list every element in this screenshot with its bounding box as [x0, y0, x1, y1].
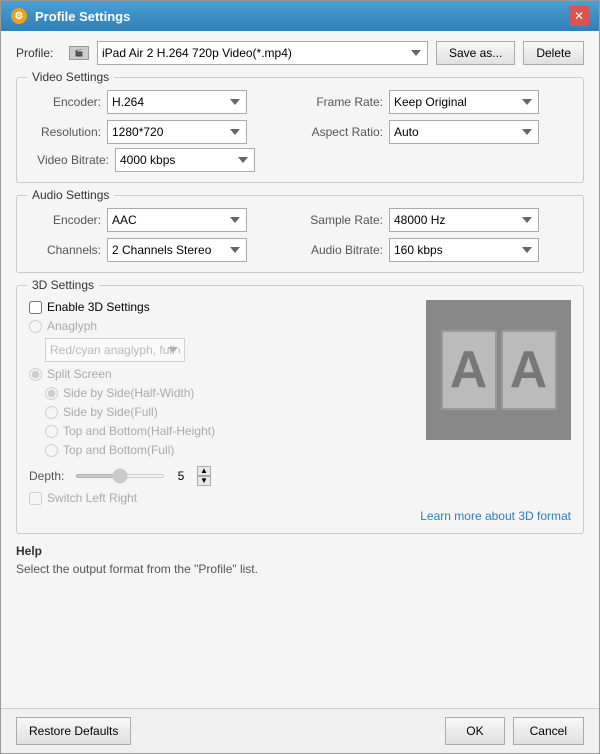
3d-settings-section: 3D Settings Enable 3D Settings Anaglyph	[16, 285, 584, 534]
save-as-button[interactable]: Save as...	[436, 41, 515, 65]
video-encoder-label: Encoder:	[29, 95, 101, 109]
profile-video-icon: 🎬	[69, 46, 89, 60]
enable-3d-label[interactable]: Enable 3D Settings	[47, 300, 150, 314]
top-bottom-half-radio[interactable]	[45, 425, 58, 438]
video-bitrate-label: Video Bitrate:	[29, 153, 109, 167]
side-by-side-half-radio[interactable]	[45, 387, 58, 400]
video-bitrate-select[interactable]: 4000 kbps	[115, 148, 255, 172]
3d-preview: A A	[426, 300, 571, 440]
anaglyph-label: Anaglyph	[47, 319, 97, 333]
video-settings-grid: Encoder: H.264 Frame Rate: Keep Original…	[29, 90, 571, 144]
split-screen-radio-row: Split Screen	[29, 367, 416, 381]
resolution-label: Resolution:	[29, 125, 101, 139]
video-encoder-select[interactable]: H.264	[107, 90, 247, 114]
switch-lr-row: Switch Left Right	[29, 491, 416, 505]
frame-rate-select[interactable]: Keep Original	[389, 90, 539, 114]
top-bottom-full-label: Top and Bottom(Full)	[63, 443, 174, 457]
delete-button[interactable]: Delete	[523, 41, 584, 65]
profile-row: Profile: 🎬 iPad Air 2 H.264 720p Video(*…	[16, 41, 584, 65]
depth-label: Depth:	[29, 469, 69, 483]
frame-rate-row: Frame Rate: Keep Original	[305, 90, 571, 114]
depth-slider[interactable]	[75, 474, 165, 478]
video-settings-section: Video Settings Encoder: H.264 Frame Rate…	[16, 77, 584, 183]
split-screen-label: Split Screen	[47, 367, 112, 381]
audio-encoder-row: Encoder: AAC	[29, 208, 295, 232]
depth-down-button[interactable]: ▼	[197, 476, 211, 486]
sample-rate-label: Sample Rate:	[305, 213, 383, 227]
anaglyph-radio[interactable]	[29, 320, 42, 333]
aspect-ratio-row: Aspect Ratio: Auto	[305, 120, 571, 144]
sample-rate-select[interactable]: 48000 Hz	[389, 208, 539, 232]
anaglyph-type-select[interactable]: Red/cyan anaglyph, full color	[45, 338, 185, 362]
window-title: Profile Settings	[35, 9, 130, 24]
main-content: Profile: 🎬 iPad Air 2 H.264 720p Video(*…	[1, 31, 599, 708]
top-bottom-full-radio[interactable]	[45, 444, 58, 457]
ok-button[interactable]: OK	[445, 717, 504, 745]
top-bottom-full-row: Top and Bottom(Full)	[29, 443, 416, 457]
channels-label: Channels:	[29, 243, 101, 257]
audio-settings-section: Audio Settings Encoder: AAC Sample Rate:…	[16, 195, 584, 273]
side-by-side-full-label: Side by Side(Full)	[63, 405, 158, 419]
title-bar-left: ⚙ Profile Settings	[11, 8, 130, 24]
aa-preview-container: A A	[441, 330, 557, 410]
frame-rate-label: Frame Rate:	[305, 95, 383, 109]
enable-3d-row: Enable 3D Settings	[29, 300, 416, 314]
video-settings-legend: Video Settings	[27, 70, 114, 84]
audio-settings-grid: Encoder: AAC Sample Rate: 48000 Hz Chann…	[29, 208, 571, 262]
depth-value: 5	[171, 469, 191, 483]
help-text: Select the output format from the "Profi…	[16, 562, 584, 576]
footer-right-buttons: OK Cancel	[445, 717, 584, 745]
enable-3d-checkbox[interactable]	[29, 301, 42, 314]
resolution-select[interactable]: 1280*720	[107, 120, 247, 144]
audio-bitrate-row: Audio Bitrate: 160 kbps	[305, 238, 571, 262]
gear-icon: ⚙	[11, 8, 27, 24]
3d-settings-left: Enable 3D Settings Anaglyph Red/cyan ana…	[29, 300, 416, 505]
learn-more-row: Learn more about 3D format	[29, 509, 571, 523]
side-by-side-half-label: Side by Side(Half-Width)	[63, 386, 194, 400]
anaglyph-select-row: Red/cyan anaglyph, full color	[29, 338, 416, 362]
preview-right-letter: A	[501, 330, 557, 410]
main-window: ⚙ Profile Settings ✕ Profile: 🎬 iPad Air…	[0, 0, 600, 754]
side-by-side-full-row: Side by Side(Full)	[29, 405, 416, 419]
audio-settings-legend: Audio Settings	[27, 188, 114, 202]
help-section: Help Select the output format from the "…	[16, 544, 584, 576]
depth-row: Depth: 5 ▲ ▼	[29, 466, 416, 486]
3d-settings-content: Enable 3D Settings Anaglyph Red/cyan ana…	[29, 300, 571, 505]
3d-settings-legend: 3D Settings	[27, 278, 99, 292]
channels-row: Channels: 2 Channels Stereo	[29, 238, 295, 262]
profile-label: Profile:	[16, 46, 61, 60]
profile-select[interactable]: iPad Air 2 H.264 720p Video(*.mp4)	[97, 41, 428, 65]
preview-left-letter: A	[441, 330, 497, 410]
channels-select[interactable]: 2 Channels Stereo	[107, 238, 247, 262]
cancel-button[interactable]: Cancel	[513, 717, 584, 745]
audio-encoder-label: Encoder:	[29, 213, 101, 227]
split-screen-radio[interactable]	[29, 368, 42, 381]
depth-up-button[interactable]: ▲	[197, 466, 211, 476]
side-by-side-full-radio[interactable]	[45, 406, 58, 419]
top-bottom-half-row: Top and Bottom(Half-Height)	[29, 424, 416, 438]
resolution-row: Resolution: 1280*720	[29, 120, 295, 144]
side-by-side-half-row: Side by Side(Half-Width)	[29, 386, 416, 400]
top-bottom-half-label: Top and Bottom(Half-Height)	[63, 424, 215, 438]
audio-encoder-select[interactable]: AAC	[107, 208, 247, 232]
switch-lr-checkbox[interactable]	[29, 492, 42, 505]
title-bar: ⚙ Profile Settings ✕	[1, 1, 599, 31]
aspect-ratio-select[interactable]: Auto	[389, 120, 539, 144]
close-button[interactable]: ✕	[569, 6, 589, 26]
footer: Restore Defaults OK Cancel	[1, 708, 599, 753]
sample-rate-row: Sample Rate: 48000 Hz	[305, 208, 571, 232]
learn-more-link[interactable]: Learn more about 3D format	[420, 509, 571, 523]
aspect-ratio-label: Aspect Ratio:	[305, 125, 383, 139]
video-encoder-row: Encoder: H.264	[29, 90, 295, 114]
video-bitrate-row: Video Bitrate: 4000 kbps	[29, 148, 571, 172]
restore-defaults-button[interactable]: Restore Defaults	[16, 717, 131, 745]
audio-bitrate-select[interactable]: 160 kbps	[389, 238, 539, 262]
switch-lr-label: Switch Left Right	[47, 491, 137, 505]
help-title: Help	[16, 544, 584, 558]
depth-spinner: ▲ ▼	[197, 466, 211, 486]
anaglyph-radio-row: Anaglyph	[29, 319, 416, 333]
audio-bitrate-label: Audio Bitrate:	[305, 243, 383, 257]
